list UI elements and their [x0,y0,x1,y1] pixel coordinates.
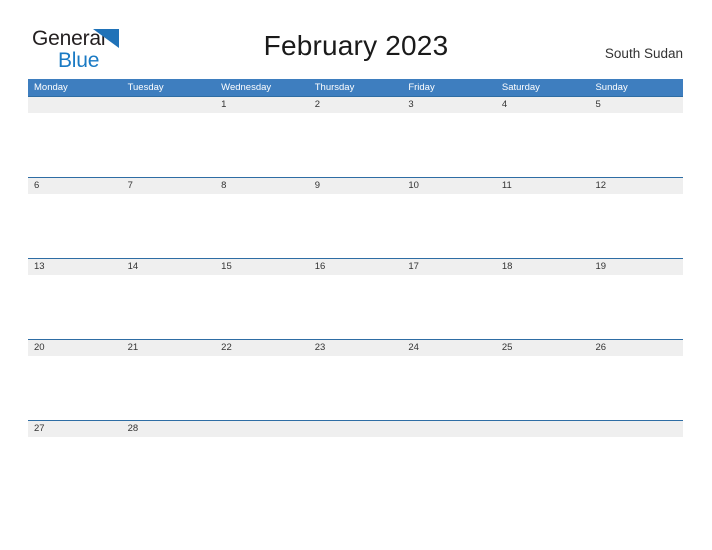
day-number: 6 [28,178,122,194]
calendar-grid: Monday Tuesday Wednesday Thursday Friday… [28,79,684,501]
week-row: 13 14 15 16 17 18 19 [28,258,684,339]
week-row: 1 2 3 4 5 [28,96,684,177]
day-cell[interactable]: 1 [215,97,309,177]
day-cell[interactable]: 26 [589,340,684,420]
day-cell[interactable] [308,421,403,501]
weekday-header-saturday: Saturday [501,82,540,93]
day-cell[interactable]: 10 [402,178,496,258]
day-number [121,97,216,113]
day-number: 25 [495,340,590,356]
day-cell[interactable] [28,97,122,177]
day-number: 19 [589,259,684,275]
day-number: 28 [121,421,216,437]
week-row: 6 7 8 9 10 11 12 [28,177,684,258]
day-number [589,421,684,437]
day-number: 4 [495,97,590,113]
calendar-page: General Blue February 2023 South Sudan M… [0,0,712,550]
week-row: 27 28 [28,420,684,501]
day-number: 8 [215,178,309,194]
day-number: 16 [308,259,403,275]
day-cell[interactable] [495,421,590,501]
day-cell[interactable]: 20 [28,340,122,420]
day-number: 7 [121,178,216,194]
day-number: 23 [308,340,403,356]
day-number: 11 [495,178,590,194]
weekday-header-wednesday: Wednesday [221,82,272,93]
day-cell[interactable] [402,421,496,501]
day-number: 14 [121,259,216,275]
day-cell[interactable]: 14 [121,259,216,339]
weekday-header-row: Monday Tuesday Wednesday Thursday Friday… [28,79,683,96]
day-cell[interactable]: 25 [495,340,590,420]
day-cell[interactable]: 2 [308,97,403,177]
day-cell[interactable]: 11 [495,178,590,258]
day-number: 2 [308,97,403,113]
day-cell[interactable] [215,421,309,501]
day-number: 27 [28,421,122,437]
day-cell[interactable]: 24 [402,340,496,420]
day-cell[interactable]: 22 [215,340,309,420]
day-number: 3 [402,97,496,113]
day-number [402,421,496,437]
day-number: 15 [215,259,309,275]
day-cell[interactable]: 12 [589,178,684,258]
day-cell[interactable]: 16 [308,259,403,339]
day-cell[interactable]: 19 [589,259,684,339]
day-cell[interactable] [121,97,216,177]
day-cell[interactable]: 9 [308,178,403,258]
day-cell[interactable]: 7 [121,178,216,258]
region-label: South Sudan [604,46,683,61]
day-number: 22 [215,340,309,356]
day-number [28,97,122,113]
day-number: 17 [402,259,496,275]
day-cell[interactable]: 5 [589,97,684,177]
day-number: 18 [495,259,590,275]
weekday-header-friday: Friday [408,82,435,93]
day-cell[interactable]: 18 [495,259,590,339]
weekday-header-monday: Monday [34,82,68,93]
day-cell[interactable]: 8 [215,178,309,258]
day-number: 26 [589,340,684,356]
weekday-header-thursday: Thursday [314,82,355,93]
day-number: 12 [589,178,684,194]
day-cell[interactable]: 23 [308,340,403,420]
day-number [308,421,403,437]
day-number [495,421,590,437]
day-number: 24 [402,340,496,356]
day-number: 1 [215,97,309,113]
day-cell[interactable]: 4 [495,97,590,177]
day-number: 10 [402,178,496,194]
page-header: General Blue February 2023 South Sudan [0,0,712,71]
day-cell[interactable] [589,421,684,501]
day-cell[interactable]: 28 [121,421,216,501]
day-number: 20 [28,340,122,356]
day-number: 13 [28,259,122,275]
day-number [215,421,309,437]
day-cell[interactable]: 27 [28,421,122,501]
weekday-header-tuesday: Tuesday [127,82,164,93]
day-cell[interactable]: 13 [28,259,122,339]
day-number: 5 [589,97,684,113]
week-row: 20 21 22 23 24 25 26 [28,339,684,420]
day-cell[interactable]: 3 [402,97,496,177]
day-number: 21 [121,340,216,356]
day-number: 9 [308,178,403,194]
day-cell[interactable]: 15 [215,259,309,339]
day-cell[interactable]: 6 [28,178,122,258]
weekday-header-sunday: Sunday [595,82,628,93]
day-cell[interactable]: 21 [121,340,216,420]
day-cell[interactable]: 17 [402,259,496,339]
